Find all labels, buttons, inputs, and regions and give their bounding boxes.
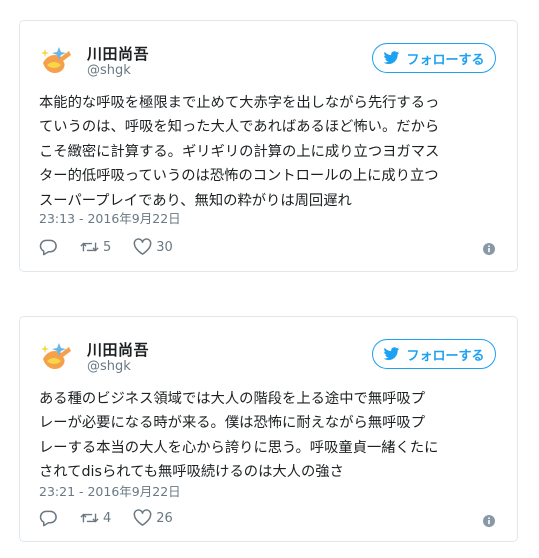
author-name[interactable]: 川田尚吾 [87,43,149,64]
info-icon[interactable] [483,243,495,255]
reply-button[interactable] [39,238,58,256]
avatar[interactable] [39,43,75,79]
reply-icon [39,239,57,256]
tweet-actions: 4 26 [39,507,195,529]
tweet-timestamp[interactable]: 23:21 - 2016年9月22日 [39,481,181,500]
author-handle[interactable]: @shgk [87,63,131,78]
retweet-icon [80,242,99,252]
tweet-actions: 5 30 [39,236,195,258]
heart-icon [133,238,152,255]
like-count: 26 [156,510,173,526]
tweet-card: 川田尚吾 @shgk フォローする 本能的な呼吸を極限まで止めて大赤字を出しなが… [19,20,518,272]
info-icon[interactable] [483,515,495,527]
tweet-text: 本能的な呼吸を極限まで止めて大赤字を出しながら先行するっ ていうのは、呼吸を知っ… [39,95,440,209]
like-button[interactable]: 30 [133,238,173,256]
heart-icon [133,509,152,526]
like-button[interactable]: 26 [133,509,173,527]
follow-label: フォローする [406,52,485,68]
follow-label: フォローする [406,348,485,364]
author-name[interactable]: 川田尚吾 [87,339,149,360]
retweet-count: 5 [103,239,112,255]
avatar[interactable] [39,339,75,375]
retweet-icon [80,513,99,523]
retweet-button[interactable]: 4 [80,509,111,527]
tweet-timestamp[interactable]: 23:13 - 2016年9月22日 [39,208,181,227]
follow-button[interactable]: フォローする [372,339,496,369]
retweet-count: 4 [103,510,112,526]
like-count: 30 [156,239,173,255]
reply-button[interactable] [39,509,58,527]
twitter-bird-icon [384,51,400,65]
tweet-card: 川田尚吾 @shgk フォローする ある種のビジネス領域では大人の階段を上る途中… [19,316,518,542]
author-handle[interactable]: @shgk [87,359,131,374]
retweet-button[interactable]: 5 [80,238,111,256]
tweet-text: ある種のビジネス領域では大人の階段を上る途中で無呼吸プ レーが必要になる時が来る… [39,391,439,481]
reply-icon [39,510,57,527]
follow-button[interactable]: フォローする [372,43,496,73]
twitter-bird-icon [384,347,400,361]
